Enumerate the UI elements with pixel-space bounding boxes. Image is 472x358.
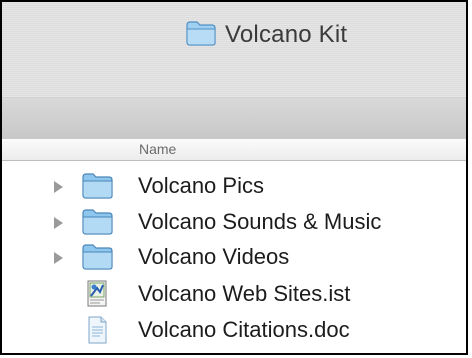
folder-icon [80,243,114,271]
folder-icon [80,172,114,200]
window-toolbar [2,97,466,141]
list-item-label: Volcano Web Sites.ist [138,281,351,306]
folder-icon [80,208,114,236]
inspiration-file-icon [80,280,114,308]
disclosure-triangle-icon[interactable] [54,181,63,193]
list-item[interactable]: Volcano Web Sites.ist [2,276,466,314]
disclosure-triangle-icon[interactable] [54,252,63,264]
window-title: Volcano Kit [225,21,348,48]
list-item[interactable]: Volcano Sounds & Music [2,204,466,242]
folder-icon [185,19,217,52]
window-titlebar[interactable]: Volcano Kit [2,2,466,97]
list-item-label: Volcano Citations.doc [138,317,350,342]
window-title-group: Volcano Kit [185,20,347,50]
document-file-icon [80,316,114,344]
list-item-label: Volcano Videos [138,244,290,269]
list-column-header[interactable]: Name [2,139,466,161]
file-list: Volcano Pics Volcano Sounds & Music Volc… [2,168,466,353]
column-header-name[interactable]: Name [139,141,176,157]
list-item-label: Volcano Pics [138,173,264,198]
list-item[interactable]: Volcano Pics [2,168,466,206]
list-item[interactable]: Volcano Videos [2,239,466,277]
finder-window: Volcano Kit Name Volcano Pics Volcano So… [0,0,468,355]
list-item-label: Volcano Sounds & Music [138,209,382,234]
list-item[interactable]: Volcano Citations.doc [2,312,466,350]
disclosure-triangle-icon[interactable] [54,217,63,229]
